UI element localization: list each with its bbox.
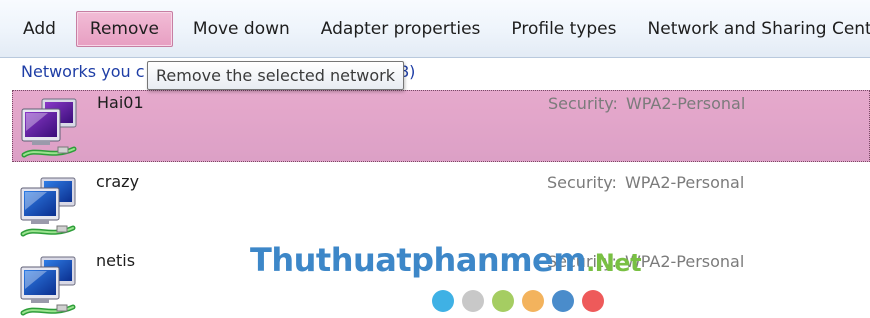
watermark-logo: Thuthuatphanmem.Net: [250, 241, 642, 279]
network-security: Security: WPA2-Personal: [548, 94, 745, 113]
watermark-dot: [582, 290, 604, 312]
watermark-dot: [432, 290, 454, 312]
wireless-network-computers-icon: [20, 177, 76, 237]
network-security: Security: WPA2-Personal: [547, 173, 744, 192]
watermark-dot: [462, 290, 484, 312]
move-down-button[interactable]: Move down: [182, 11, 301, 47]
remove-button[interactable]: Remove: [75, 10, 173, 47]
security-value: WPA2-Personal: [624, 252, 745, 271]
wireless-network-computers-icon: [20, 256, 76, 316]
network-sharing-center-button[interactable]: Network and Sharing Center: [637, 11, 870, 47]
adapter-properties-button[interactable]: Adapter properties: [310, 11, 492, 47]
network-item-hai01[interactable]: Hai01 Security: WPA2-Personal: [12, 90, 870, 162]
security-label: Security:: [547, 173, 617, 192]
network-name: Hai01: [97, 93, 144, 112]
add-button[interactable]: Add: [12, 11, 67, 47]
profile-types-button[interactable]: Profile types: [500, 11, 627, 47]
security-value: WPA2-Personal: [625, 94, 746, 113]
network-name: netis: [96, 251, 136, 270]
remove-tooltip: Remove the selected network: [147, 61, 404, 90]
network-item-crazy[interactable]: crazy Security: WPA2-Personal: [12, 170, 870, 242]
watermark-suffix: .Net: [586, 249, 642, 277]
watermark-dots: [432, 290, 612, 312]
security-value: WPA2-Personal: [624, 173, 745, 192]
watermark-dot: [552, 290, 574, 312]
watermark-dot: [522, 290, 544, 312]
watermark-main: Thuthuatphanmem: [250, 241, 587, 279]
watermark-dot: [492, 290, 514, 312]
toolbar: Add Remove Move down Adapter properties …: [0, 0, 870, 58]
networks-section-header: Networks you c 8): [21, 62, 415, 81]
security-label: Security:: [548, 94, 618, 113]
section-header-text: Networks you c: [21, 62, 145, 81]
wireless-network-computers-icon: [21, 98, 77, 158]
network-name: crazy: [96, 172, 140, 191]
